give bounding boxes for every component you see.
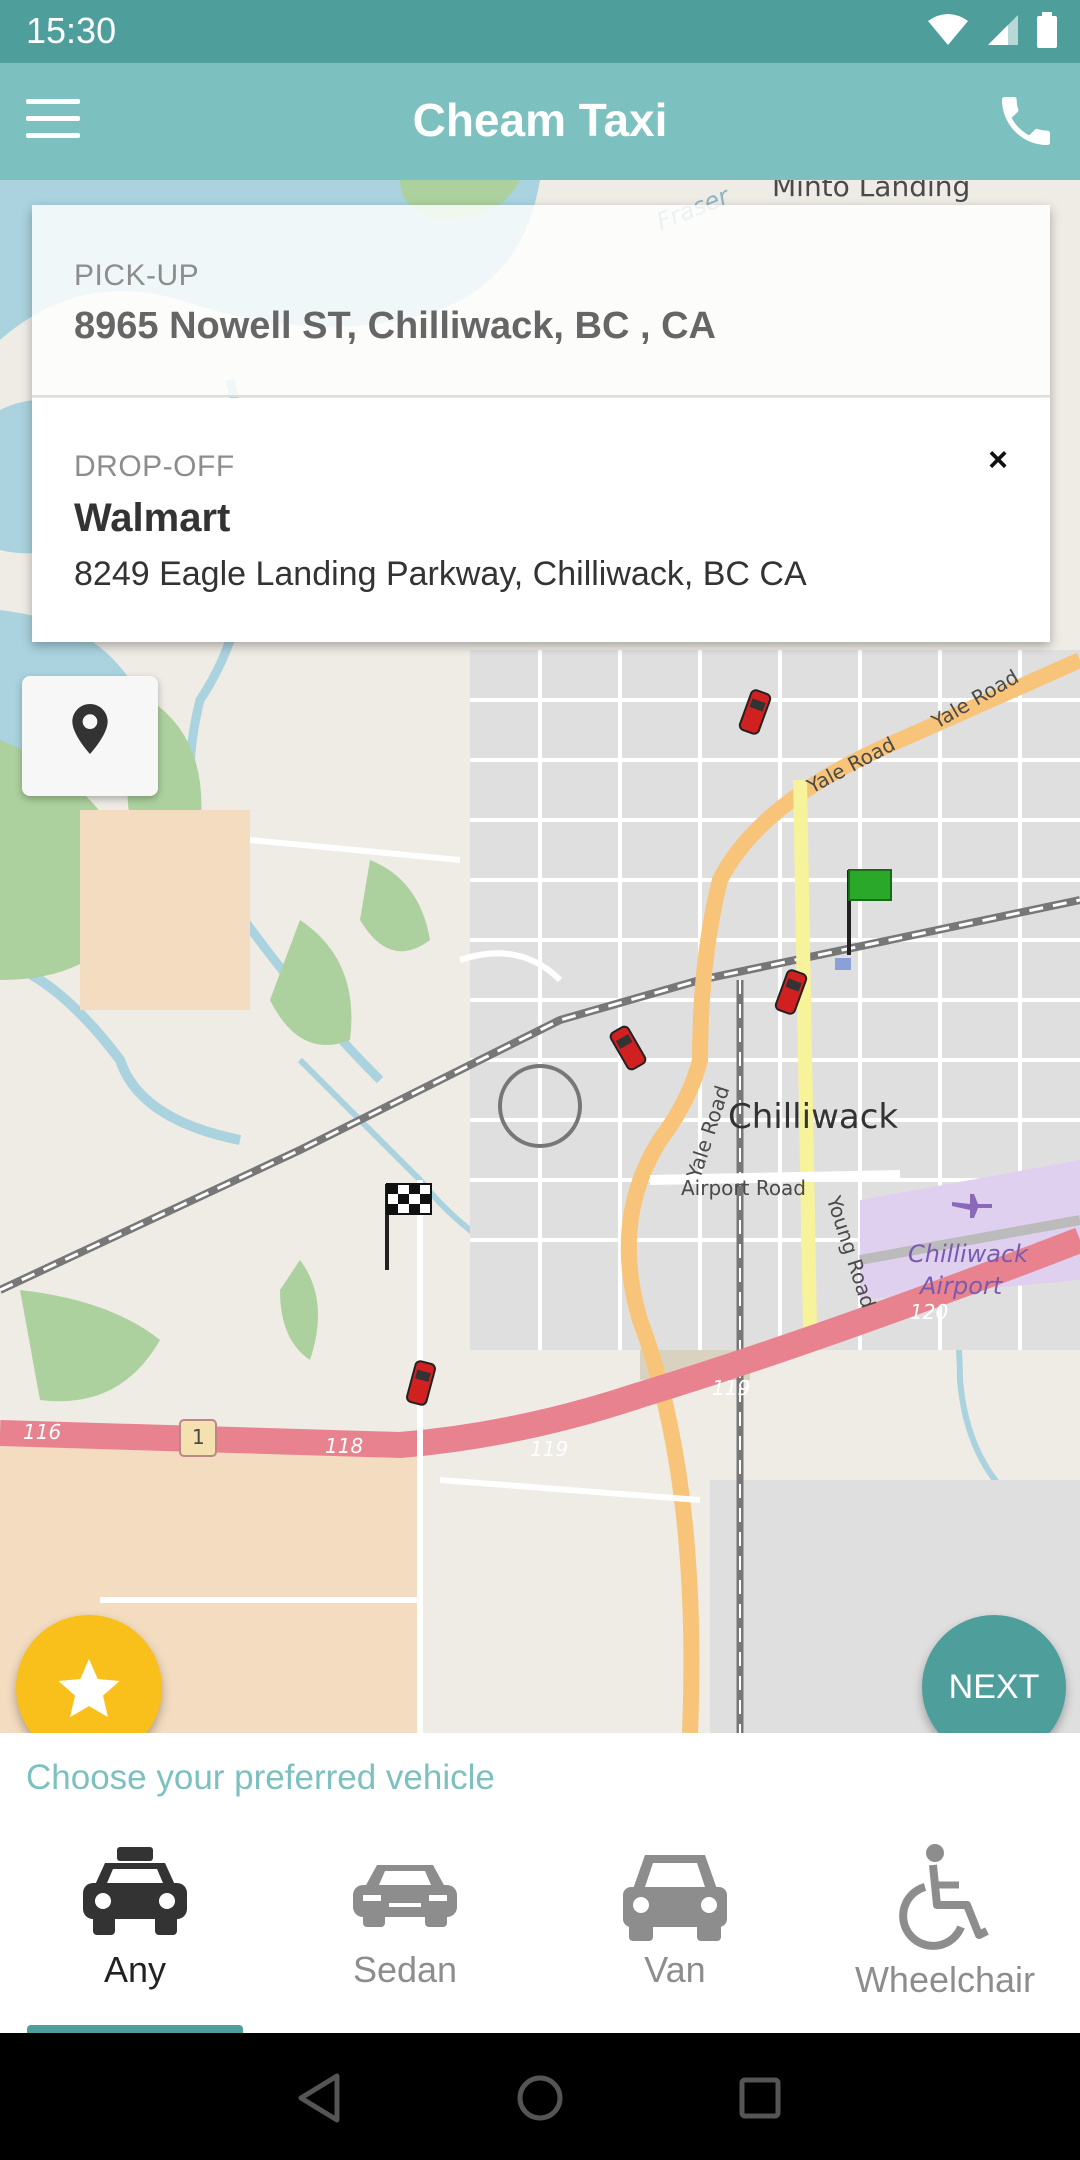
app-bar: Cheam Taxi (0, 63, 1080, 180)
dropoff-name: Walmart (74, 496, 231, 540)
wifi-icon (928, 14, 968, 45)
map-label-exit-119a: 119 (530, 1437, 569, 1461)
vehicle-option-any[interactable]: Any (0, 1843, 270, 2033)
map-label-chilliwack-airport: Chilliwack (908, 1240, 1029, 1268)
map-label-exit-120: 120 (910, 1300, 949, 1324)
status-icons (926, 12, 1058, 48)
pickup-field[interactable]: PICK-UP 8965 Nowell ST, Chilliwack, BC ,… (32, 205, 1050, 397)
pickup-address: 8965 Nowell ST, Chilliwack, BC , CA (74, 305, 716, 347)
signal-icon (988, 15, 1018, 45)
map-label-exit-118: 118 (325, 1434, 364, 1458)
vehicle-option-van[interactable]: Van (540, 1843, 810, 2033)
vehicle-option-wheelchair[interactable]: Wheelchair (810, 1843, 1080, 2033)
phone-call-button[interactable] (994, 89, 1058, 153)
status-bar: 15:30 (0, 0, 1080, 63)
selected-vehicle-indicator (27, 2025, 243, 2033)
status-time: 15:30 (26, 10, 117, 51)
dropoff-flag-marker (385, 1183, 432, 1270)
pickup-caption: PICK-UP (74, 259, 200, 292)
dropoff-address: 8249 Eagle Landing Parkway, Chilliwack, … (74, 555, 807, 593)
map-label-highway-1: 1 (192, 1425, 205, 1449)
taxi-icon (83, 1847, 187, 1935)
vehicle-option-sedan[interactable]: Sedan (270, 1843, 540, 2033)
map-label-minto-landing: Minto Landing (772, 180, 971, 203)
vehicle-panel: Choose your preferred vehicle Any Sedan (0, 1733, 1080, 2033)
system-nav-bar (0, 2033, 1080, 2160)
star-icon (58, 1658, 120, 1718)
map-label-chilliwack: Chilliwack (728, 1097, 899, 1137)
vehicle-panel-heading: Choose your preferred vehicle (26, 1758, 495, 1797)
app-title: Cheam Taxi (412, 94, 668, 146)
sedan-icon (353, 1865, 457, 1927)
map-label-exit-119b: 119 (712, 1376, 751, 1400)
vehicle-label-sedan: Sedan (352, 1949, 458, 1990)
vehicle-label-wheelchair: Wheelchair (854, 1959, 1036, 2000)
map-label-airport-road: Airport Road (681, 1176, 806, 1200)
dropoff-field[interactable]: DROP-OFF Walmart 8249 Eagle Landing Park… (32, 398, 1050, 642)
wheelchair-icon (899, 1844, 989, 1950)
recents-icon[interactable] (730, 2068, 790, 2128)
phone-icon (1002, 97, 1050, 145)
van-icon (623, 1855, 727, 1941)
location-pin-icon (72, 704, 108, 754)
vehicle-label-any: Any (103, 1949, 167, 1990)
back-icon[interactable] (291, 2068, 351, 2128)
vehicle-label-van: Van (644, 1949, 706, 1990)
map-label-airport: Airport (920, 1272, 1003, 1300)
map-label-exit-116: 116 (23, 1420, 62, 1444)
battery-icon (1037, 12, 1057, 48)
clear-dropoff-button[interactable]: × (974, 436, 1022, 484)
home-icon[interactable] (510, 2068, 570, 2128)
dropoff-caption: DROP-OFF (74, 450, 235, 483)
address-card: PICK-UP 8965 Nowell ST, Chilliwack, BC ,… (32, 205, 1050, 642)
my-location-button[interactable] (22, 676, 158, 796)
